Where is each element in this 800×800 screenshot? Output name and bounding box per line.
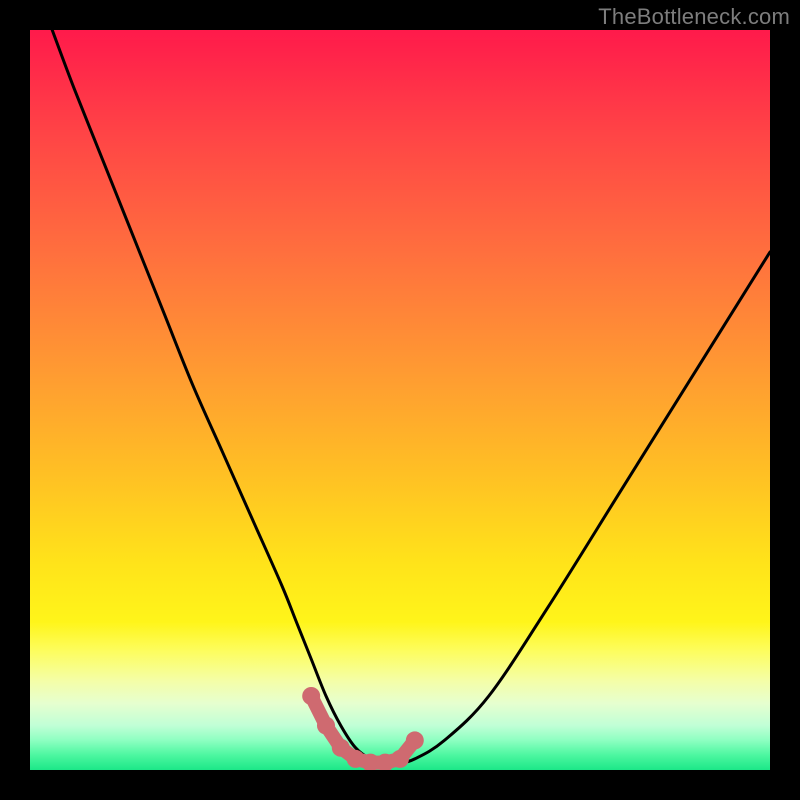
marker-dot <box>332 739 350 757</box>
marker-dot <box>406 731 424 749</box>
watermark-text: TheBottleneck.com <box>598 4 790 30</box>
outer-frame: TheBottleneck.com <box>0 0 800 800</box>
marker-dot <box>391 750 409 768</box>
plot-area <box>30 30 770 770</box>
marker-dot <box>317 717 335 735</box>
bottleneck-curve <box>52 30 770 763</box>
marker-dot <box>302 687 320 705</box>
marker-group <box>302 687 424 770</box>
chart-svg <box>30 30 770 770</box>
